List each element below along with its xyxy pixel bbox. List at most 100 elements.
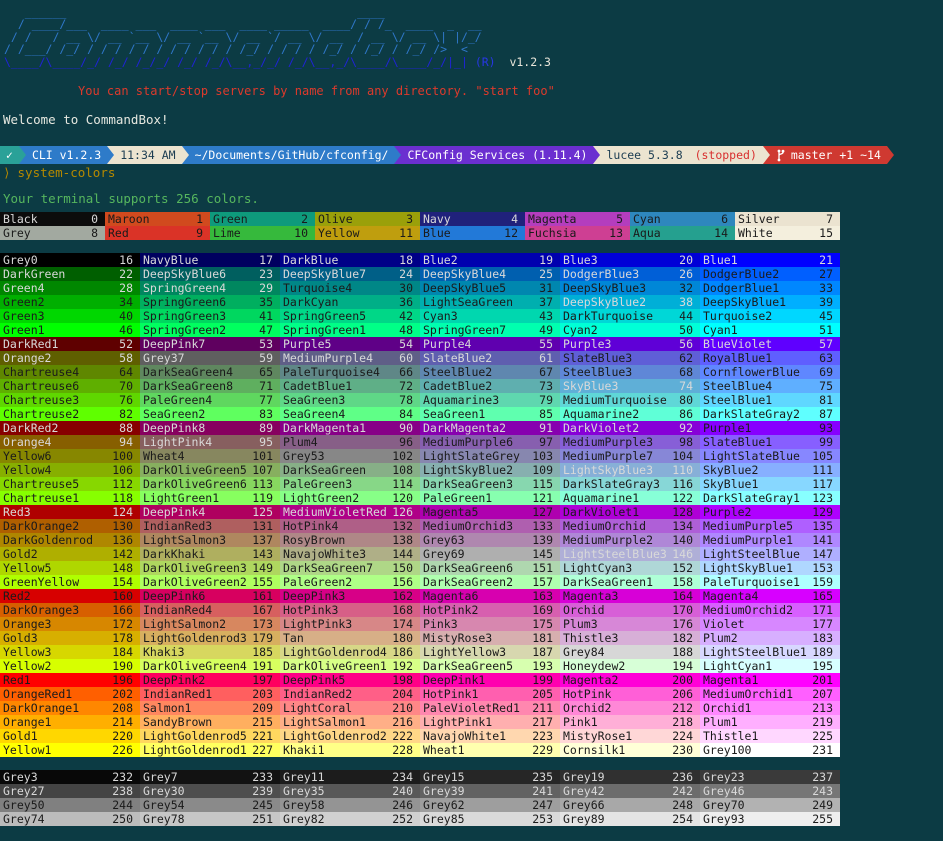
color-name: Purple5 xyxy=(283,337,331,351)
color-cell-DarkSeaGreen8: DarkSeaGreen871 xyxy=(140,379,280,393)
palette-row: Black0Maroon1Green2Olive3Navy4Magenta5Cy… xyxy=(0,212,840,226)
color-name: DarkSeaGreen8 xyxy=(143,379,233,393)
color-number: 227 xyxy=(252,743,273,757)
color-number: 24 xyxy=(399,267,413,281)
color-cell-Grey58: Grey58246 xyxy=(280,798,420,812)
server-status-label: (stopped) xyxy=(695,148,757,162)
color-name: Plum2 xyxy=(703,631,738,645)
color-cell-LightGreen2: LightGreen2120 xyxy=(280,491,420,505)
color-name: Purple2 xyxy=(703,505,751,519)
color-number: 103 xyxy=(532,449,553,463)
color-name: Grey84 xyxy=(563,645,605,659)
palette-row: Yellow6100Wheat4101Grey53102LightSlateGr… xyxy=(0,449,840,463)
color-number: 64 xyxy=(119,365,133,379)
color-number: 41 xyxy=(259,309,273,323)
color-name: Grey62 xyxy=(423,798,465,812)
palette-row: Chartreuse670DarkSeaGreen871CadetBlue172… xyxy=(0,379,840,393)
color-cell-NavajoWhite3: NavajoWhite3144 xyxy=(280,547,420,561)
palette-row: GreenYellow154DarkOliveGreen2155PaleGree… xyxy=(0,575,840,589)
color-name: Thistle3 xyxy=(563,631,618,645)
color-cell-Purple3: Purple356 xyxy=(560,337,700,351)
color-name: Grey46 xyxy=(703,784,745,798)
color-number: 193 xyxy=(532,659,553,673)
color-name: LightSteelBlue1 xyxy=(703,645,807,659)
color-cell-Plum4: Plum496 xyxy=(280,435,420,449)
color-name: LightYellow3 xyxy=(423,645,506,659)
color-number: 63 xyxy=(819,351,833,365)
color-number: 42 xyxy=(399,309,413,323)
color-number: 148 xyxy=(112,561,133,575)
color-number: 120 xyxy=(392,491,413,505)
color-number: 14 xyxy=(714,226,728,240)
color-cell-LightSkyBlue3: LightSkyBlue3110 xyxy=(560,463,700,477)
color-cell-HotPink: HotPink206 xyxy=(560,687,700,701)
color-cell-SteelBlue4: SteelBlue475 xyxy=(700,379,840,393)
color-cell-SpringGreen4: SpringGreen429 xyxy=(140,281,280,295)
color-name: Plum1 xyxy=(703,715,738,729)
color-cell-SpringGreen3: SpringGreen341 xyxy=(140,309,280,323)
color-number: 57 xyxy=(819,337,833,351)
color-cell-NavajoWhite1: NavajoWhite1223 xyxy=(420,729,560,743)
color-name: Silver xyxy=(738,212,780,226)
color-name: Cornsilk1 xyxy=(563,743,625,757)
color-cell-Gold3: Gold3178 xyxy=(0,631,140,645)
color-name: Grey23 xyxy=(703,770,745,784)
color-cell-PaleGreen1: PaleGreen1121 xyxy=(420,491,560,505)
color-number: 106 xyxy=(112,463,133,477)
color-number: 114 xyxy=(392,477,413,491)
color-name: CadetBlue1 xyxy=(283,379,352,393)
color-number: 131 xyxy=(252,519,273,533)
color-number: 99 xyxy=(819,435,833,449)
color-cell-Black: Black0 xyxy=(0,212,105,226)
prompt-segment-text: ~/Documents/GitHub/cfconfig/ xyxy=(195,148,389,162)
color-cell-Grey30: Grey30239 xyxy=(140,784,280,798)
color-name: Orange1 xyxy=(3,715,51,729)
color-number: 25 xyxy=(539,267,553,281)
prompt-segment-status: ✓ xyxy=(0,146,19,164)
color-name: Aquamarine2 xyxy=(563,407,639,421)
color-cell-Grey42: Grey42242 xyxy=(560,784,700,798)
color-name: PaleGreen2 xyxy=(283,575,352,589)
color-number: 154 xyxy=(112,575,133,589)
color-cell-DarkSeaGreen2: DarkSeaGreen2157 xyxy=(420,575,560,589)
color-number: 137 xyxy=(252,533,273,547)
color-cell-DarkSeaGreen1: DarkSeaGreen1158 xyxy=(560,575,700,589)
color-number: 159 xyxy=(812,575,833,589)
color-name: DarkSeaGreen4 xyxy=(143,365,233,379)
color-name: LightSalmon1 xyxy=(283,715,366,729)
color-number: 200 xyxy=(672,673,693,687)
color-name: SteelBlue1 xyxy=(703,393,772,407)
color-name: DarkSlateGray3 xyxy=(563,477,660,491)
color-cell-DarkOrange3: DarkOrange3166 xyxy=(0,603,140,617)
color-number: 113 xyxy=(252,477,273,491)
color-name: MistyRose3 xyxy=(423,631,492,645)
color-number: 186 xyxy=(392,645,413,659)
color-number: 128 xyxy=(672,505,693,519)
color-cell-Wheat1: Wheat1229 xyxy=(420,743,560,757)
command-line[interactable]: ⟩system-colors xyxy=(3,165,943,180)
color-number: 73 xyxy=(539,379,553,393)
color-cell-PaleGreen4: PaleGreen477 xyxy=(140,393,280,407)
color-number: 61 xyxy=(539,351,553,365)
powerline-arrow xyxy=(593,146,600,164)
color-name: DeepPink4 xyxy=(143,505,205,519)
color-name: Grey11 xyxy=(283,770,325,784)
color-number: 147 xyxy=(812,547,833,561)
color-cell-DarkSlateGray3: DarkSlateGray3116 xyxy=(560,477,700,491)
color-name: Yellow xyxy=(318,226,360,240)
color-cell-HotPink2: HotPink2169 xyxy=(420,603,560,617)
color-name: DarkGreen xyxy=(3,267,65,281)
color-name: SeaGreen3 xyxy=(283,393,345,407)
color-number: 111 xyxy=(812,463,833,477)
color-cell-Aquamarine3: Aquamarine379 xyxy=(420,393,560,407)
color-cell-Yellow4: Yellow4106 xyxy=(0,463,140,477)
color-cell-Turquoise2: Turquoise245 xyxy=(700,309,840,323)
color-number: 101 xyxy=(252,449,273,463)
ansi16-table: Black0Maroon1Green2Olive3Navy4Magenta5Cy… xyxy=(0,212,840,240)
color-number: 35 xyxy=(259,295,273,309)
color-name: LightPink3 xyxy=(283,617,352,631)
color-number: 201 xyxy=(812,673,833,687)
color-cell-SpringGreen7: SpringGreen749 xyxy=(420,323,560,337)
color-name: Gold2 xyxy=(3,547,38,561)
color-name: DarkOliveGreen2 xyxy=(143,575,247,589)
